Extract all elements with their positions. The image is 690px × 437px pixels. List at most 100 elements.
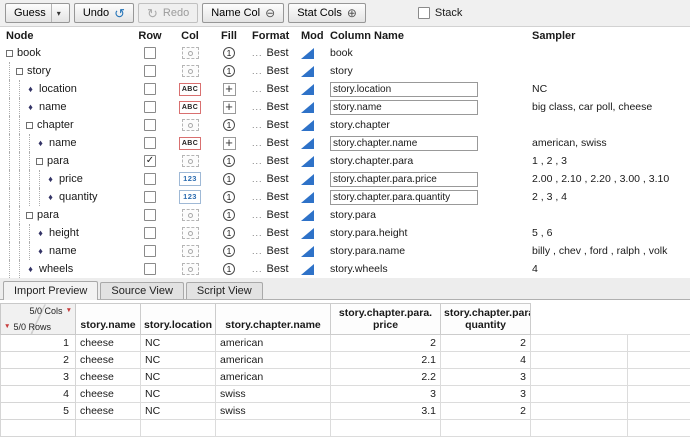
preview-cell[interactable]: [331, 420, 441, 437]
leaf-node-icon[interactable]: ♦: [46, 193, 55, 202]
continuous-modeling-type-icon[interactable]: [301, 102, 314, 113]
row-number-cell[interactable]: 3: [1, 369, 76, 386]
preview-cell[interactable]: [531, 420, 628, 437]
no-column-type-icon[interactable]: [182, 65, 199, 77]
format-value[interactable]: Best: [267, 119, 289, 131]
row-number-cell[interactable]: 2: [1, 352, 76, 369]
row-number-cell[interactable]: 1: [1, 335, 76, 352]
container-node-icon[interactable]: [26, 212, 33, 219]
preview-cell[interactable]: [531, 369, 628, 386]
preview-cell[interactable]: [441, 420, 531, 437]
preview-cell[interactable]: NC: [141, 369, 216, 386]
row-number-cell[interactable]: [1, 420, 76, 437]
character-column-icon[interactable]: ABC: [179, 137, 201, 150]
row-checkbox[interactable]: [144, 209, 156, 221]
preview-cell[interactable]: [531, 335, 628, 352]
leaf-node-icon[interactable]: ♦: [46, 175, 55, 184]
preview-cell[interactable]: [531, 386, 628, 403]
container-node-icon[interactable]: [36, 158, 43, 165]
column-name-input[interactable]: [330, 82, 478, 97]
character-column-icon[interactable]: ABC: [179, 83, 201, 96]
preview-column-header-empty[interactable]: [531, 304, 628, 335]
preview-cell[interactable]: cheese: [76, 386, 141, 403]
numeric-column-icon[interactable]: 123: [179, 190, 201, 204]
fill-expand-icon[interactable]: +: [223, 101, 236, 114]
row-checkbox[interactable]: [144, 263, 156, 275]
format-options-icon[interactable]: ...: [252, 264, 263, 274]
format-value[interactable]: Best: [267, 155, 289, 167]
preview-cell[interactable]: [628, 335, 690, 352]
row-checkbox[interactable]: [144, 155, 156, 167]
continuous-modeling-type-icon[interactable]: [301, 138, 314, 149]
leaf-node-icon[interactable]: ♦: [26, 85, 35, 94]
preview-column-header-empty[interactable]: [628, 304, 690, 335]
row-checkbox[interactable]: [144, 83, 156, 95]
preview-cell[interactable]: american: [216, 335, 331, 352]
preview-cell[interactable]: 4: [441, 352, 531, 369]
preview-cell[interactable]: 2: [441, 403, 531, 420]
preview-cell[interactable]: swiss: [216, 386, 331, 403]
preview-cell[interactable]: 3: [441, 369, 531, 386]
no-column-type-icon[interactable]: [182, 263, 199, 275]
redo-button[interactable]: ↻ Redo: [138, 3, 198, 23]
leaf-node-icon[interactable]: ♦: [26, 265, 35, 274]
format-options-icon[interactable]: ...: [252, 210, 263, 220]
rows-hotspot-icon[interactable]: ▼: [4, 324, 10, 331]
continuous-modeling-type-icon[interactable]: [301, 120, 314, 131]
format-options-icon[interactable]: ...: [252, 156, 263, 166]
fill-once-icon[interactable]: 1: [223, 155, 235, 167]
continuous-modeling-type-icon[interactable]: [301, 228, 314, 239]
preview-column-header[interactable]: story.name: [76, 304, 141, 335]
preview-cell[interactable]: 2: [441, 335, 531, 352]
continuous-modeling-type-icon[interactable]: [301, 246, 314, 257]
fill-expand-icon[interactable]: +: [223, 137, 236, 150]
preview-cell[interactable]: 2: [331, 335, 441, 352]
preview-cell[interactable]: 3: [441, 386, 531, 403]
preview-cell[interactable]: [628, 403, 690, 420]
numeric-column-icon[interactable]: 123: [179, 172, 201, 186]
preview-cell[interactable]: NC: [141, 386, 216, 403]
continuous-modeling-type-icon[interactable]: [301, 48, 314, 59]
preview-cell[interactable]: cheese: [76, 369, 141, 386]
preview-cell[interactable]: [216, 420, 331, 437]
stack-checkbox[interactable]: [418, 7, 430, 19]
container-node-icon[interactable]: [26, 122, 33, 129]
preview-cell[interactable]: cheese: [76, 352, 141, 369]
format-value[interactable]: Best: [267, 47, 289, 59]
no-column-type-icon[interactable]: [182, 245, 199, 257]
format-value[interactable]: Best: [267, 227, 289, 239]
format-value[interactable]: Best: [267, 191, 289, 203]
row-checkbox[interactable]: [144, 119, 156, 131]
no-column-type-icon[interactable]: [182, 47, 199, 59]
fill-once-icon[interactable]: 1: [223, 119, 235, 131]
no-column-type-icon[interactable]: [182, 119, 199, 131]
column-name-input[interactable]: [330, 190, 478, 205]
preview-cell[interactable]: [531, 352, 628, 369]
fill-expand-icon[interactable]: +: [223, 83, 236, 96]
preview-cell[interactable]: 3: [331, 386, 441, 403]
format-options-icon[interactable]: ...: [252, 66, 263, 76]
preview-cell[interactable]: cheese: [76, 403, 141, 420]
row-number-cell[interactable]: 4: [1, 386, 76, 403]
preview-cell[interactable]: [628, 352, 690, 369]
format-value[interactable]: Best: [267, 245, 289, 257]
continuous-modeling-type-icon[interactable]: [301, 210, 314, 221]
format-options-icon[interactable]: ...: [252, 120, 263, 130]
continuous-modeling-type-icon[interactable]: [301, 156, 314, 167]
continuous-modeling-type-icon[interactable]: [301, 84, 314, 95]
row-checkbox[interactable]: [144, 137, 156, 149]
column-name-input[interactable]: [330, 136, 478, 151]
leaf-node-icon[interactable]: ♦: [26, 103, 35, 112]
format-options-icon[interactable]: ...: [252, 246, 263, 256]
no-column-type-icon[interactable]: [182, 155, 199, 167]
format-value[interactable]: Best: [267, 83, 289, 95]
format-options-icon[interactable]: ...: [252, 228, 263, 238]
preview-cell[interactable]: 2.2: [331, 369, 441, 386]
fill-once-icon[interactable]: 1: [223, 191, 235, 203]
format-value[interactable]: Best: [267, 101, 289, 113]
row-checkbox[interactable]: [144, 245, 156, 257]
name-col-button[interactable]: Name Col ⊖: [202, 3, 284, 23]
preview-cell[interactable]: [628, 369, 690, 386]
format-options-icon[interactable]: ...: [252, 174, 263, 184]
no-column-type-icon[interactable]: [182, 209, 199, 221]
